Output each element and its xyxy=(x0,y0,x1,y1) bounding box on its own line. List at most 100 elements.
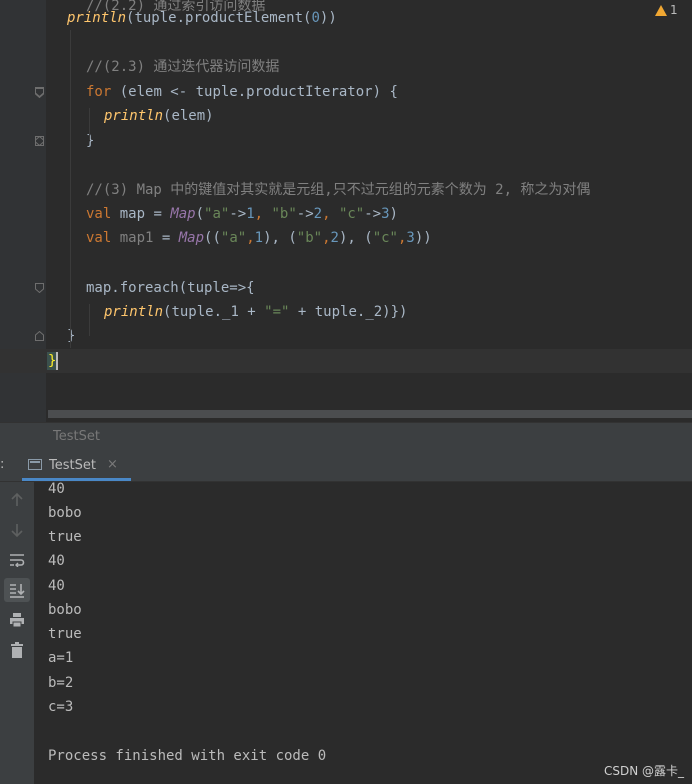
code-token: (tuple.productElement( xyxy=(126,10,312,26)
code-line[interactable]: val map = Map("a"->1, "b"->2, "c"->3) xyxy=(0,202,692,226)
code-token: , xyxy=(254,206,272,222)
clear-all-button[interactable] xyxy=(4,638,30,662)
scroll-up-button[interactable] xyxy=(4,488,30,512)
soft-wrap-button[interactable] xyxy=(4,548,30,572)
console-line: true xyxy=(48,626,82,642)
code-line[interactable]: println(tuple.productElement(0)) xyxy=(0,6,692,30)
console-output[interactable]: 40 bobo true 40 40 bobo true a=1 b=2 c=3 Process f… xyxy=(34,482,692,784)
code-token: "c" xyxy=(372,230,398,246)
printer-icon xyxy=(10,613,24,628)
console-line: 40 xyxy=(48,553,65,569)
tab-testset[interactable]: TestSet × xyxy=(22,451,131,481)
code-token: (elem) xyxy=(163,108,214,124)
code-line[interactable]: map.foreach(tuple=>{ xyxy=(0,276,692,300)
trash-icon xyxy=(11,642,23,658)
code-token: , xyxy=(322,230,331,246)
code-token: 3 xyxy=(381,206,390,222)
console-line: b=2 xyxy=(48,675,74,691)
arrow-down-icon xyxy=(11,524,23,538)
code-token: println xyxy=(104,304,164,320)
code-token: = xyxy=(153,230,179,246)
console-icon xyxy=(28,459,42,470)
indent-guide xyxy=(70,30,71,348)
close-icon[interactable]: × xyxy=(107,457,118,472)
code-line[interactable]: } xyxy=(0,349,692,373)
scroll-down-button[interactable] xyxy=(4,518,30,542)
tab-label: TestSet xyxy=(49,458,96,473)
code-line[interactable]: //(2.3) 通过迭代器访问数据 xyxy=(0,55,692,79)
code-token: //(2.3) 通过迭代器访问数据 xyxy=(86,59,280,75)
code-token: ), ( xyxy=(338,230,373,246)
code-text: println(tuple._1 + "=" + tuple._2)}) xyxy=(104,300,407,324)
code-token: ), ( xyxy=(263,230,297,246)
indent-guide xyxy=(89,108,90,140)
code-line[interactable] xyxy=(0,251,692,275)
code-text: map.foreach(tuple=>{ xyxy=(86,276,255,300)
code-token: , xyxy=(322,206,339,222)
code-line[interactable]: println(tuple._1 + "=" + tuple._2)}) xyxy=(0,300,692,324)
code-line[interactable] xyxy=(0,153,692,177)
code-token: "a" xyxy=(204,206,230,222)
code-token: 2 xyxy=(313,206,323,222)
console-line: bobo xyxy=(48,602,82,618)
code-token: -> xyxy=(296,206,314,222)
code-line[interactable] xyxy=(0,31,692,55)
code-token: } xyxy=(86,133,95,149)
code-line[interactable]: } xyxy=(0,324,692,348)
code-token: "a" xyxy=(220,230,247,246)
code-line[interactable]: //(3) Map 中的键值对其实就是元组,只不过元组的元素个数为 2, 称之为… xyxy=(0,178,692,202)
print-button[interactable] xyxy=(4,608,30,632)
code-token: Map xyxy=(178,230,205,246)
code-token: -> xyxy=(364,206,382,222)
breadcrumb: TestSet xyxy=(0,422,692,451)
code-token: + tuple._2)}) xyxy=(289,304,408,320)
code-token: map = xyxy=(111,206,171,222)
code-token: "b" xyxy=(296,230,323,246)
run-panel-header: : TestSet × xyxy=(0,451,692,482)
breadcrumb-item[interactable]: TestSet xyxy=(53,429,100,444)
console-line: 40 xyxy=(48,578,65,594)
code-token: "c" xyxy=(338,206,365,222)
code-token: 1 xyxy=(254,230,264,246)
code-token: } xyxy=(67,328,76,344)
wrap-icon xyxy=(10,554,25,567)
code-token: Map xyxy=(170,206,196,222)
code-token: val xyxy=(86,206,112,222)
code-token: (( xyxy=(204,230,221,246)
code-token: , xyxy=(246,230,255,246)
code-token: 3 xyxy=(406,230,415,246)
code-token: -> xyxy=(229,206,247,222)
code-token: )) xyxy=(319,10,337,26)
code-token: 1 xyxy=(246,206,255,222)
horizontal-scrollbar[interactable] xyxy=(48,410,692,418)
code-line[interactable]: val map1 = Map(("a",1), ("b",2), ("c",3)… xyxy=(0,226,692,250)
console-line: c=3 xyxy=(48,699,74,715)
code-token: )) xyxy=(414,230,432,246)
code-text: println(tuple.productElement(0)) xyxy=(67,6,337,30)
console-line: Process finished with exit code 0 xyxy=(48,748,327,764)
code-token: 0 xyxy=(311,10,320,26)
code-text: //(3) Map 中的键值对其实就是元组,只不过元组的元素个数为 2, 称之为… xyxy=(86,178,590,202)
code-text: //(2.3) 通过迭代器访问数据 xyxy=(86,55,279,79)
code-token: println xyxy=(67,10,127,26)
code-text: } xyxy=(86,129,94,153)
code-token: (elem <- tuple.productIterator) { xyxy=(111,84,398,100)
console-line: 40 xyxy=(48,482,65,497)
code-text: val map1 = Map(("a",1), ("b",2), ("c",3)… xyxy=(86,226,432,250)
code-editor[interactable]: //(2.2) 通过索引访问数据 println(tuple.productEle… xyxy=(0,0,692,422)
code-line[interactable]: } xyxy=(0,129,692,153)
arrow-up-icon xyxy=(11,492,23,506)
console-line: a=1 xyxy=(48,650,74,666)
inspection-indicator[interactable]: 1 xyxy=(655,3,678,17)
code-line[interactable]: for (elem <- tuple.productIterator) { xyxy=(0,80,692,104)
code-line[interactable]: println(elem) xyxy=(0,104,692,128)
code-text: } xyxy=(67,324,75,348)
code-text: for (elem <- tuple.productIterator) { xyxy=(86,80,398,104)
code-token: 2 xyxy=(330,230,339,246)
watermark: CSDN @露卡_ xyxy=(603,764,684,778)
code-token: map1 xyxy=(111,230,154,246)
code-token: ( xyxy=(195,206,205,222)
code-token: println xyxy=(104,108,164,124)
text-caret xyxy=(56,352,58,370)
scroll-to-end-button[interactable] xyxy=(4,578,30,602)
